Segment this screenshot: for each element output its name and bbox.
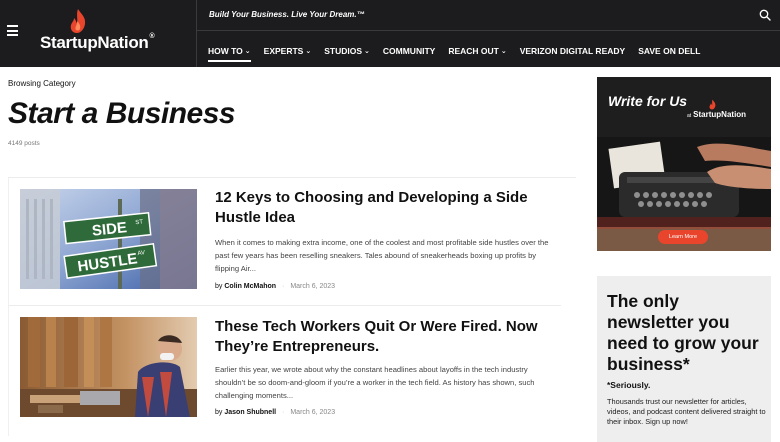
article-date: March 6, 2023	[290, 283, 336, 290]
byline-prefix: by	[215, 283, 223, 290]
ad-title: Write for Us	[608, 93, 688, 109]
chevron-down-icon: ⌄	[305, 48, 312, 55]
main-nav: HOW TO ⌄ EXPERTS ⌄ STUDIOS ⌄ COMMUNITY REAC…	[208, 44, 713, 62]
search-icon[interactable]	[759, 9, 771, 21]
nav-community[interactable]: COMMUNITY	[383, 44, 435, 58]
flame-icon	[70, 9, 86, 33]
article-thumbnail[interactable]: SIDE ST HUSTLE AV	[20, 189, 197, 289]
flame-icon	[709, 99, 716, 110]
tagline-bar: Build Your Business. Live Your Dream.™	[197, 0, 780, 31]
nav-studios[interactable]: STUDIOS ⌄	[324, 44, 370, 58]
browsing-label: Browsing Category	[8, 79, 76, 88]
page: StartupNation® Build Your Business. Live…	[0, 0, 780, 442]
newsletter-seriously: *Seriously.	[607, 380, 651, 390]
learn-more-button[interactable]: Learn More	[658, 230, 708, 244]
article-title[interactable]: These Tech Workers Quit Or Were Fired. N…	[215, 317, 555, 356]
woodworker-image	[20, 317, 197, 417]
article-card: SIDE ST HUSTLE AV 12 Keys to Choosing an…	[8, 178, 561, 306]
nav-how-to[interactable]: HOW TO ⌄	[208, 44, 251, 62]
article-card: These Tech Workers Quit Or Were Fired. N…	[8, 306, 561, 436]
nav-save-on-dell[interactable]: SAVE ON DELL	[638, 44, 700, 58]
nav-verizon-digital-ready[interactable]: VERIZON DIGITAL READY	[520, 44, 625, 58]
sign-text-side: SIDE	[91, 219, 128, 240]
logo-wordmark: StartupNation®	[40, 33, 155, 52]
tagline: Build Your Business. Live Your Dream.™	[209, 10, 365, 19]
article-meta: by Colin McMahon · March 6, 2023	[215, 283, 335, 290]
page-title: Start a Business	[8, 97, 236, 130]
article-author[interactable]: Colin McMahon	[224, 283, 276, 290]
nav-reach-out[interactable]: REACH OUT ⌄	[448, 44, 506, 58]
newsletter-ad[interactable]: The only newsletter you need to grow you…	[597, 276, 771, 442]
ad-brand: at StartupNation	[687, 110, 747, 119]
side-hustle-sign-image: SIDE ST HUSTLE AV	[20, 189, 197, 289]
byline-prefix: by	[215, 409, 223, 416]
site-logo[interactable]: StartupNation®	[40, 8, 175, 54]
article-author[interactable]: Jason Shubnell	[224, 409, 276, 416]
meta-separator: ·	[282, 283, 285, 290]
chevron-down-icon: ⌄	[364, 48, 370, 55]
article-thumbnail[interactable]	[20, 317, 197, 417]
hamburger-menu-icon[interactable]	[7, 25, 21, 39]
newsletter-body: Thousands trust our newsletter for artic…	[607, 397, 766, 426]
site-header: StartupNation® Build Your Business. Live…	[0, 0, 780, 67]
sign-text-st: ST	[135, 219, 144, 226]
sign-text-av: AV	[137, 250, 145, 257]
article-excerpt: When it comes to making extra income, on…	[215, 238, 549, 273]
post-count: 4149 posts	[8, 140, 40, 147]
chevron-down-icon: ⌄	[500, 48, 507, 55]
article-date: March 6, 2023	[290, 409, 336, 416]
write-for-us-ad[interactable]: Write for Us at StartupNation Learn More	[597, 77, 771, 251]
article-title[interactable]: 12 Keys to Choosing and Developing a Sid…	[215, 188, 555, 227]
article-excerpt: Earlier this year, we wrote about why th…	[215, 365, 535, 400]
chevron-down-icon: ⌄	[244, 48, 251, 55]
nav-experts[interactable]: EXPERTS ⌄	[264, 44, 312, 58]
newsletter-headline: The only newsletter you need to grow you…	[607, 291, 759, 374]
meta-separator: ·	[282, 409, 285, 416]
article-meta: by Jason Shubnell · March 6, 2023	[215, 409, 335, 416]
